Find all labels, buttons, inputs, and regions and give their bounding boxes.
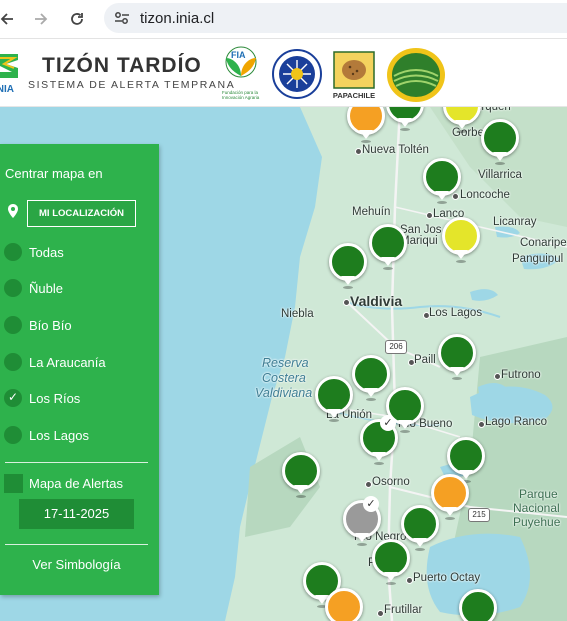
region-label: Bío Bío — [29, 317, 72, 333]
site-header: INIA TIZÓN TARDÍO SISTEMA DE ALERTA TEMP… — [0, 39, 567, 107]
map-label-valdivia: Valdivia — [350, 293, 403, 309]
region-radio-checked[interactable] — [4, 389, 22, 407]
station-marker-green[interactable] — [352, 355, 390, 401]
divider — [5, 462, 148, 463]
region-radio[interactable] — [4, 243, 22, 261]
map-label-conaripe: Conaripe — [520, 237, 567, 249]
map-label-los-lagos: Los Lagos — [429, 307, 483, 319]
check-icon: ✓ — [363, 496, 379, 512]
forward-arrow-icon[interactable] — [28, 6, 54, 32]
center-map-label: Centrar mapa en — [5, 166, 103, 181]
browser-toolbar: tizon.inia.cl — [0, 0, 567, 39]
region-option-los-rios[interactable]: Los Ríos — [4, 387, 80, 409]
map-label-frutillar: Frutillar — [384, 604, 423, 616]
inia-text: INIA — [0, 84, 14, 94]
site-settings-icon[interactable] — [114, 11, 130, 30]
reload-icon[interactable] — [64, 6, 90, 32]
town-dot — [494, 373, 501, 380]
papachile-logo: PAPACHILE — [332, 46, 376, 104]
agricultural-association-logo — [386, 46, 446, 104]
papachile-label: PAPACHILE — [332, 91, 376, 100]
alert-map-checkbox[interactable] — [4, 474, 23, 493]
map-label-futrono: Futrono — [501, 369, 541, 381]
station-marker-green[interactable] — [282, 452, 320, 498]
back-arrow-icon[interactable] — [0, 6, 20, 32]
meteorological-logo — [272, 46, 322, 102]
station-marker-green-selected[interactable]: ✓ — [360, 415, 398, 465]
station-marker-green[interactable] — [315, 376, 353, 422]
map-label-niebla: Niebla — [281, 308, 314, 320]
region-label: La Araucanía — [29, 354, 106, 370]
region-option-todas[interactable]: Todas — [4, 241, 64, 263]
station-marker-green[interactable] — [459, 589, 497, 621]
station-marker-green[interactable] — [438, 334, 476, 380]
svg-text:FIA: FIA — [231, 50, 246, 60]
view-symbology-link[interactable]: Ver Simbología — [0, 557, 153, 572]
my-location-button[interactable]: MI LOCALIZACIÓN — [27, 200, 136, 227]
region-radio[interactable] — [4, 316, 22, 334]
map-label-nacional: Nacional — [513, 501, 560, 515]
station-marker-green[interactable] — [423, 158, 461, 204]
fia-caption: Fundación para la Innovación Agraria — [222, 90, 260, 100]
town-dot — [426, 212, 433, 219]
site-subtitle: SISTEMA DE ALERTA TEMPRANA — [28, 79, 236, 91]
town-dot — [478, 421, 485, 428]
region-option-nuble[interactable]: Ñuble — [4, 277, 63, 299]
town-dot — [355, 148, 362, 155]
map-label-costera: Costera — [262, 371, 306, 385]
region-label: Los Lagos — [29, 427, 89, 443]
divider — [5, 544, 148, 545]
map-label-puyehue: Puyehue — [513, 515, 561, 529]
region-label: Los Ríos — [29, 390, 81, 406]
url-text[interactable]: tizon.inia.cl — [140, 10, 214, 27]
map-label-licanray: Licanray — [493, 216, 537, 228]
date-selector[interactable]: 17-11-2025 — [19, 499, 134, 529]
location-pin-icon — [8, 204, 18, 223]
station-marker-yellow[interactable] — [442, 217, 480, 263]
map-label-osorno: Osorno — [372, 476, 410, 488]
map-label-reserva: Reserva — [262, 356, 309, 370]
region-label: Todas — [29, 244, 64, 260]
region-radio[interactable] — [4, 426, 22, 444]
map-label-paillaco: Paill — [414, 354, 436, 366]
map-label-valdiviana: Valdiviana — [255, 386, 313, 400]
alert-map-label: Mapa de Alertas — [29, 476, 123, 491]
site-title: TIZÓN TARDÍO — [42, 54, 202, 77]
map-label-loncoche: Loncoche — [460, 189, 510, 201]
region-radio[interactable] — [4, 353, 22, 371]
map-label-panguipulli: Panguipul — [512, 253, 564, 265]
station-marker-green[interactable] — [481, 119, 519, 165]
station-marker-orange[interactable] — [325, 588, 363, 621]
region-option-biobio[interactable]: Bío Bío — [4, 314, 72, 336]
region-option-los-lagos[interactable]: Los Lagos — [4, 424, 89, 446]
check-icon: ✓ — [380, 415, 396, 431]
map-label-nueva-tolten: Nueva Toltén — [362, 144, 429, 156]
map-control-panel: Centrar mapa en MI LOCALIZACIÓN Todas Ñu… — [0, 144, 159, 595]
fia-logo: FIA Fundación para la Innovación Agraria — [220, 46, 262, 104]
town-dot — [343, 299, 350, 306]
map-label-mehuin: Mehuín — [352, 206, 391, 218]
region-option-araucania[interactable]: La Araucanía — [4, 351, 106, 373]
map-label-lago-ranco: Lago Ranco — [485, 416, 548, 428]
station-marker-yellow[interactable] — [443, 107, 481, 133]
station-marker-orange[interactable] — [347, 107, 385, 143]
route-shield-215: 215 — [468, 508, 490, 522]
town-dot — [365, 481, 372, 488]
map-label-parque: Parque — [519, 487, 558, 501]
address-bar[interactable]: tizon.inia.cl — [104, 3, 567, 33]
station-marker-green[interactable] — [372, 539, 410, 585]
station-marker-green[interactable] — [369, 224, 407, 270]
inia-logo[interactable]: INIA — [0, 48, 22, 95]
town-dot — [377, 610, 384, 617]
region-radio[interactable] — [4, 279, 22, 297]
route-shield-206: 206 — [385, 340, 407, 354]
map-label-puerto-octay: Puerto Octay — [413, 572, 481, 584]
station-marker-green[interactable] — [386, 107, 424, 131]
map-label-villarrica: Villarrica — [478, 169, 522, 181]
station-marker-green[interactable] — [329, 243, 367, 289]
region-label: Ñuble — [29, 280, 63, 296]
